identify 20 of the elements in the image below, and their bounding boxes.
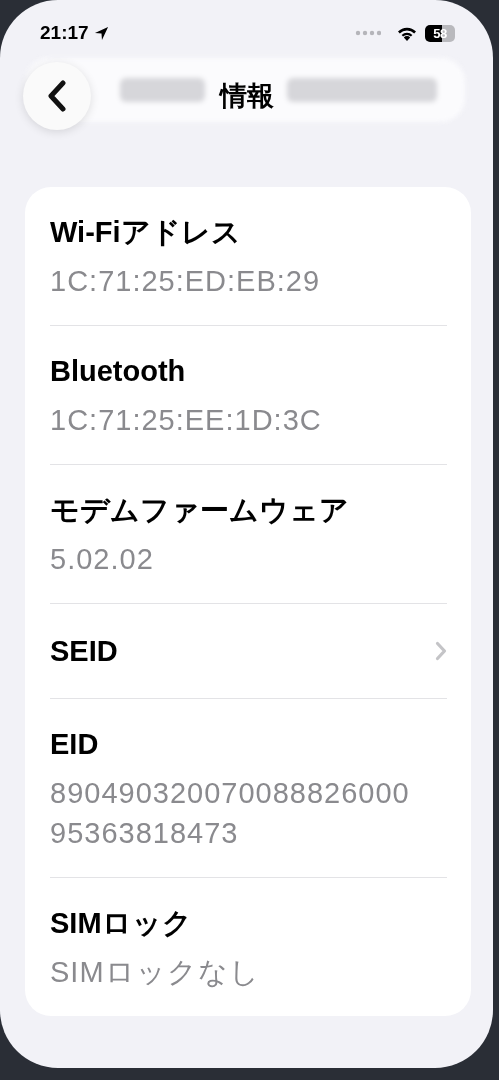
back-button[interactable] [23,62,91,130]
status-time: 21:17 [40,22,89,44]
row-value: SIMロックなし [50,955,261,990]
row-label: SEID [50,634,118,669]
row-value: 5.02.02 [50,542,155,577]
list-row[interactable]: SEID [50,604,447,698]
row-value: 89049032007008882600095363818473 [50,776,411,851]
row-label: SIMロック [50,906,193,941]
chevron-right-icon [435,641,447,661]
nav-title: 情報 [219,80,274,113]
row-label: モデムファームウェア [50,493,350,528]
back-chevron-icon [47,80,67,112]
location-arrow-icon [93,25,109,41]
row-value: 1C:71:25:EE:1D:3C [50,403,323,438]
wifi-icon [397,25,417,41]
no-signal-icon [355,30,381,36]
row-value: 1C:71:25:ED:EB:29 [50,264,322,299]
row-label: Bluetooth [50,354,187,389]
row-label: EID [50,727,100,762]
row-label: Wi-Fiアドレス [50,215,242,250]
